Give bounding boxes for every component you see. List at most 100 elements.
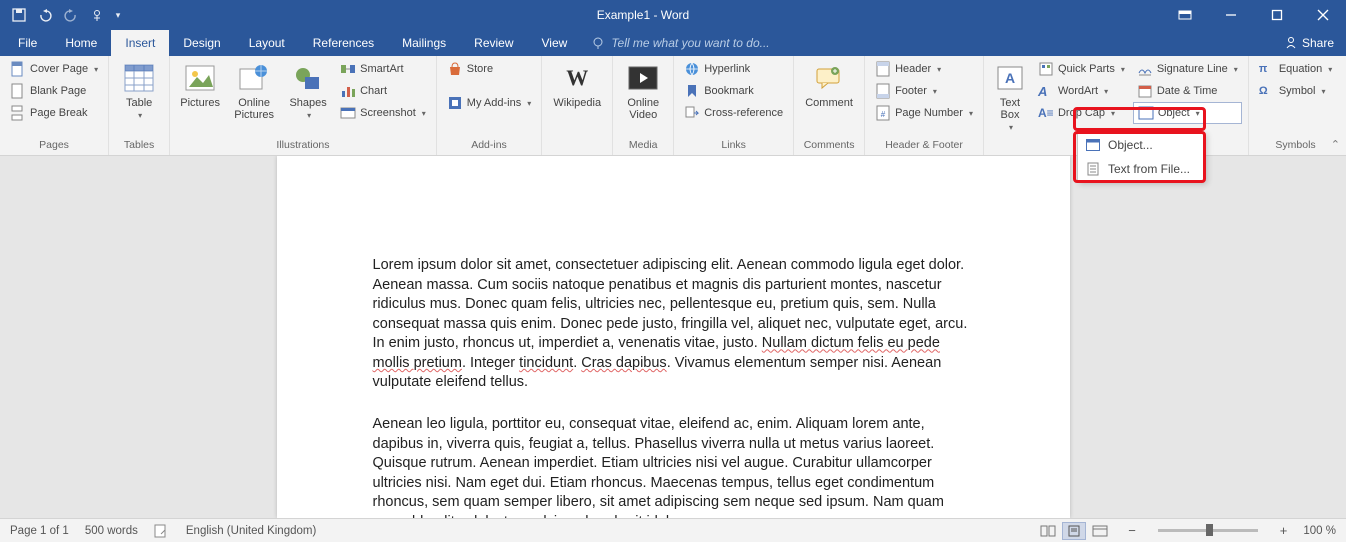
zoom-level[interactable]: 100 %	[1303, 525, 1336, 537]
group-wikipedia: WWikipedia	[542, 56, 613, 155]
status-page[interactable]: Page 1 of 1	[10, 525, 69, 537]
smartart-button[interactable]: SmartArt	[336, 58, 430, 80]
object-dropdown-menu: Object... Text from File...	[1077, 132, 1205, 182]
window-controls	[1162, 0, 1346, 30]
save-icon[interactable]	[8, 4, 30, 26]
datetime-icon	[1137, 83, 1153, 99]
svg-text:#: #	[881, 110, 886, 119]
status-words[interactable]: 500 words	[85, 525, 138, 537]
tab-design[interactable]: Design	[169, 30, 234, 56]
print-layout-icon[interactable]	[1062, 522, 1086, 540]
collapse-ribbon-icon[interactable]: ⌃	[1331, 138, 1340, 151]
quick-parts-button[interactable]: Quick Parts▾	[1034, 58, 1129, 80]
title-bar: ▾ Example1 - Word	[0, 0, 1346, 30]
minimize-icon[interactable]	[1208, 0, 1254, 30]
redo-icon[interactable]	[60, 4, 82, 26]
share-button[interactable]: Share	[1272, 30, 1346, 56]
group-addins: Store My Add-ins▾ Add-ins	[437, 56, 542, 155]
header-icon	[875, 61, 891, 77]
tab-review[interactable]: Review	[460, 30, 527, 56]
web-layout-icon[interactable]	[1088, 522, 1112, 540]
my-addins-button[interactable]: My Add-ins▾	[443, 92, 535, 114]
cover-page-button[interactable]: Cover Page▾	[6, 58, 102, 80]
status-bar: Page 1 of 1 500 words English (United Ki…	[0, 518, 1346, 542]
equation-icon: π	[1259, 63, 1275, 75]
header-button[interactable]: Header▾	[871, 58, 977, 80]
wordart-icon: A	[1038, 84, 1054, 99]
wikipedia-button[interactable]: WWikipedia	[548, 58, 606, 109]
ribbon-options-icon[interactable]	[1162, 0, 1208, 30]
tab-insert[interactable]: Insert	[111, 30, 169, 56]
group-header-footer: Header▾ Footer▾ #Page Number▾ Header & F…	[865, 56, 984, 155]
store-icon	[447, 61, 463, 77]
group-symbols: πEquation▾ ΩSymbol▾ Symbols	[1249, 56, 1342, 155]
shapes-icon	[292, 62, 324, 94]
object-item-icon	[1086, 138, 1100, 152]
blank-page-button[interactable]: Blank Page	[6, 80, 102, 102]
shapes-button[interactable]: Shapes▾	[284, 58, 332, 121]
share-icon	[1284, 36, 1298, 50]
pagenum-icon: #	[875, 105, 891, 121]
tab-home[interactable]: Home	[51, 30, 111, 56]
object-button[interactable]: Object▾	[1133, 102, 1242, 124]
ribbon-tabs: File Home Insert Design Layout Reference…	[0, 30, 1346, 56]
tab-layout[interactable]: Layout	[235, 30, 299, 56]
bookmark-button[interactable]: Bookmark	[680, 80, 787, 102]
window-title: Example1 - Word	[124, 8, 1162, 22]
page-break-icon	[10, 105, 26, 121]
online-video-button[interactable]: Online Video	[619, 58, 667, 121]
chart-button[interactable]: Chart	[336, 80, 430, 102]
footer-button[interactable]: Footer▾	[871, 80, 977, 102]
wordart-button[interactable]: AWordArt▾	[1034, 80, 1129, 102]
zoom-in-icon[interactable]: +	[1280, 523, 1288, 538]
page-number-button[interactable]: #Page Number▾	[871, 102, 977, 124]
page-break-button[interactable]: Page Break	[6, 102, 102, 124]
lightbulb-icon	[591, 36, 605, 50]
read-mode-icon[interactable]	[1036, 522, 1060, 540]
table-button[interactable]: Table▾	[115, 58, 163, 121]
signature-line-button[interactable]: Signature Line▾	[1133, 58, 1242, 80]
status-language[interactable]: English (United Kingdom)	[186, 525, 316, 537]
online-pictures-button[interactable]: Online Pictures	[228, 58, 280, 121]
tab-references[interactable]: References	[299, 30, 388, 56]
pictures-button[interactable]: Pictures	[176, 58, 224, 109]
undo-icon[interactable]	[34, 4, 56, 26]
tell-me-search[interactable]: Tell me what you want to do...	[581, 30, 769, 56]
footer-icon	[875, 83, 891, 99]
maximize-icon[interactable]	[1254, 0, 1300, 30]
bookmark-icon	[684, 83, 700, 99]
group-tables: Table▾ Tables	[109, 56, 170, 155]
comment-button[interactable]: Comment	[800, 58, 858, 109]
zoom-slider[interactable]	[1158, 529, 1258, 532]
hyperlink-button[interactable]: Hyperlink	[680, 58, 787, 80]
date-time-button[interactable]: Date & Time	[1133, 80, 1242, 102]
comment-icon	[813, 62, 845, 94]
close-icon[interactable]	[1300, 0, 1346, 30]
equation-button[interactable]: πEquation▾	[1255, 58, 1336, 80]
chart-icon	[340, 83, 356, 99]
tell-me-placeholder: Tell me what you want to do...	[611, 36, 769, 50]
tab-view[interactable]: View	[528, 30, 582, 56]
paragraph-2[interactable]: Aenean leo ligula, porttitor eu, consequ…	[373, 415, 974, 518]
zoom-out-icon[interactable]: −	[1128, 523, 1136, 538]
cover-page-icon	[10, 61, 26, 77]
text-box-button[interactable]: AText Box▾	[990, 58, 1030, 133]
store-button[interactable]: Store	[443, 58, 535, 80]
video-icon	[627, 62, 659, 94]
object-menu-object[interactable]: Object...	[1078, 133, 1204, 157]
document-page[interactable]: Lorem ipsum dolor sit amet, consectetuer…	[277, 156, 1070, 518]
proofing-icon[interactable]	[154, 524, 170, 538]
view-buttons	[1036, 522, 1112, 540]
touch-mode-icon[interactable]	[86, 4, 108, 26]
cross-reference-button[interactable]: Cross-reference	[680, 102, 787, 124]
screenshot-icon	[340, 105, 356, 121]
object-menu-text-from-file[interactable]: Text from File...	[1078, 157, 1204, 181]
tab-file[interactable]: File	[4, 30, 51, 56]
dropcap-icon: A≡	[1038, 106, 1054, 120]
tab-mailings[interactable]: Mailings	[388, 30, 460, 56]
paragraph-1[interactable]: Lorem ipsum dolor sit amet, consectetuer…	[373, 256, 974, 393]
symbol-button[interactable]: ΩSymbol▾	[1255, 80, 1336, 102]
drop-cap-button[interactable]: A≡Drop Cap▾	[1034, 102, 1129, 124]
qat-customize-icon[interactable]: ▾	[112, 4, 124, 26]
screenshot-button[interactable]: Screenshot▾	[336, 102, 430, 124]
